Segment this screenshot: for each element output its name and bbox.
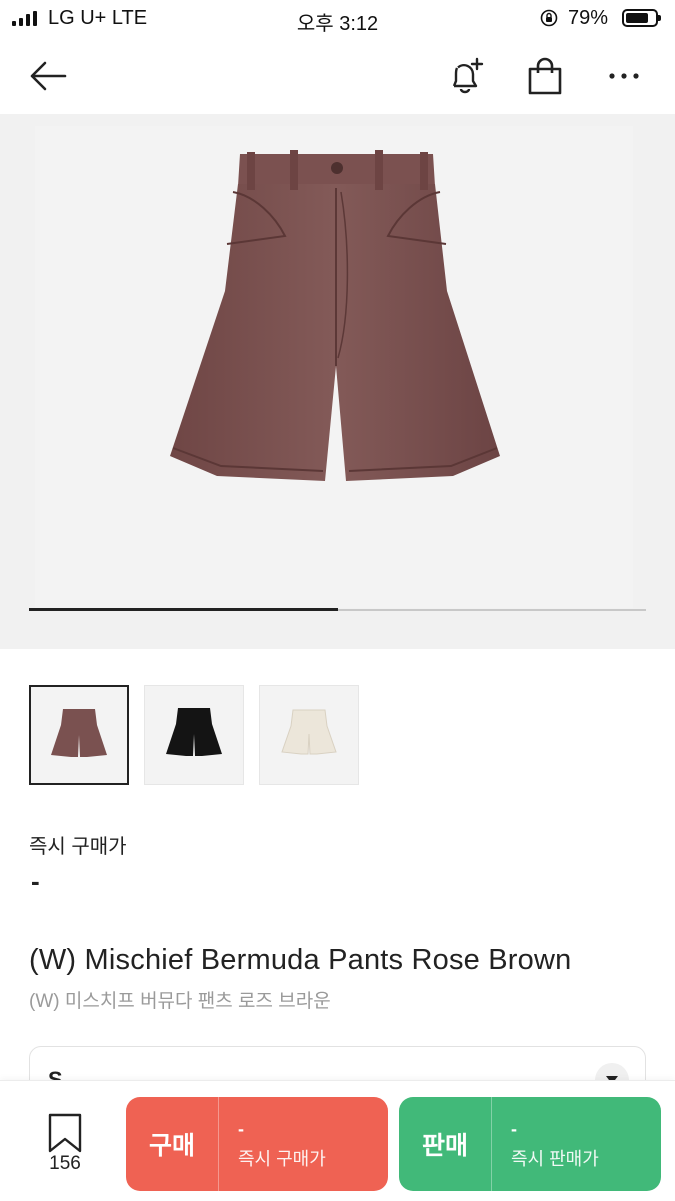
- bookmark-icon: [48, 1113, 82, 1153]
- buy-button-label: 구매: [148, 1132, 195, 1160]
- bottom-action-bar: 156 구매 - 즉시 구매가 판매 - 즉시 판매가: [0, 1080, 675, 1201]
- instant-buy-price-value: -: [31, 866, 40, 896]
- rotation-lock-icon: [540, 9, 558, 27]
- sell-button[interactable]: 판매 - 즉시 판매가: [399, 1097, 661, 1191]
- gallery-progress-fill: [29, 608, 338, 611]
- thumbnail-list: [29, 685, 359, 785]
- battery-percent: 79%: [568, 7, 609, 29]
- product-title: (W) Mischief Bermuda Pants Rose Brown: [29, 944, 572, 976]
- more-horizontal-icon: [609, 73, 639, 79]
- buy-button-price: -: [238, 1119, 244, 1139]
- sell-button-sublabel: 즉시 판매가: [511, 1149, 599, 1169]
- battery-icon: [622, 9, 661, 27]
- gallery-progress-bar: [29, 608, 646, 611]
- wishlist-count: 156: [49, 1153, 81, 1174]
- buy-button[interactable]: 구매 - 즉시 구매가: [126, 1097, 388, 1191]
- shopping-bag-icon: [528, 57, 562, 95]
- bell-plus-icon: [452, 57, 484, 94]
- product-subtitle: (W) 미스치프 버뮤다 팬츠 로즈 브라운: [29, 991, 331, 1012]
- thumbnail-black[interactable]: [144, 685, 244, 785]
- nav-bar: [0, 38, 675, 114]
- alert-button[interactable]: [440, 50, 492, 102]
- sell-button-label: 판매: [421, 1132, 468, 1160]
- thumbnail-cream[interactable]: [259, 685, 359, 785]
- buy-button-sublabel: 즉시 구매가: [238, 1149, 326, 1169]
- more-button[interactable]: [598, 50, 650, 102]
- product-image-gallery[interactable]: [0, 114, 675, 649]
- arrow-left-icon: [30, 61, 67, 91]
- back-button[interactable]: [22, 50, 74, 102]
- thumbnail-rose-brown[interactable]: [29, 685, 129, 785]
- instant-buy-price-label: 즉시 구매가: [29, 836, 127, 858]
- product-image: [35, 126, 633, 608]
- sell-button-price: -: [511, 1119, 517, 1139]
- wishlist-button[interactable]: 156: [38, 1113, 92, 1177]
- cart-button[interactable]: [519, 50, 571, 102]
- status-bar: LG U+ LTE 오후 3:12 79%: [0, 0, 675, 38]
